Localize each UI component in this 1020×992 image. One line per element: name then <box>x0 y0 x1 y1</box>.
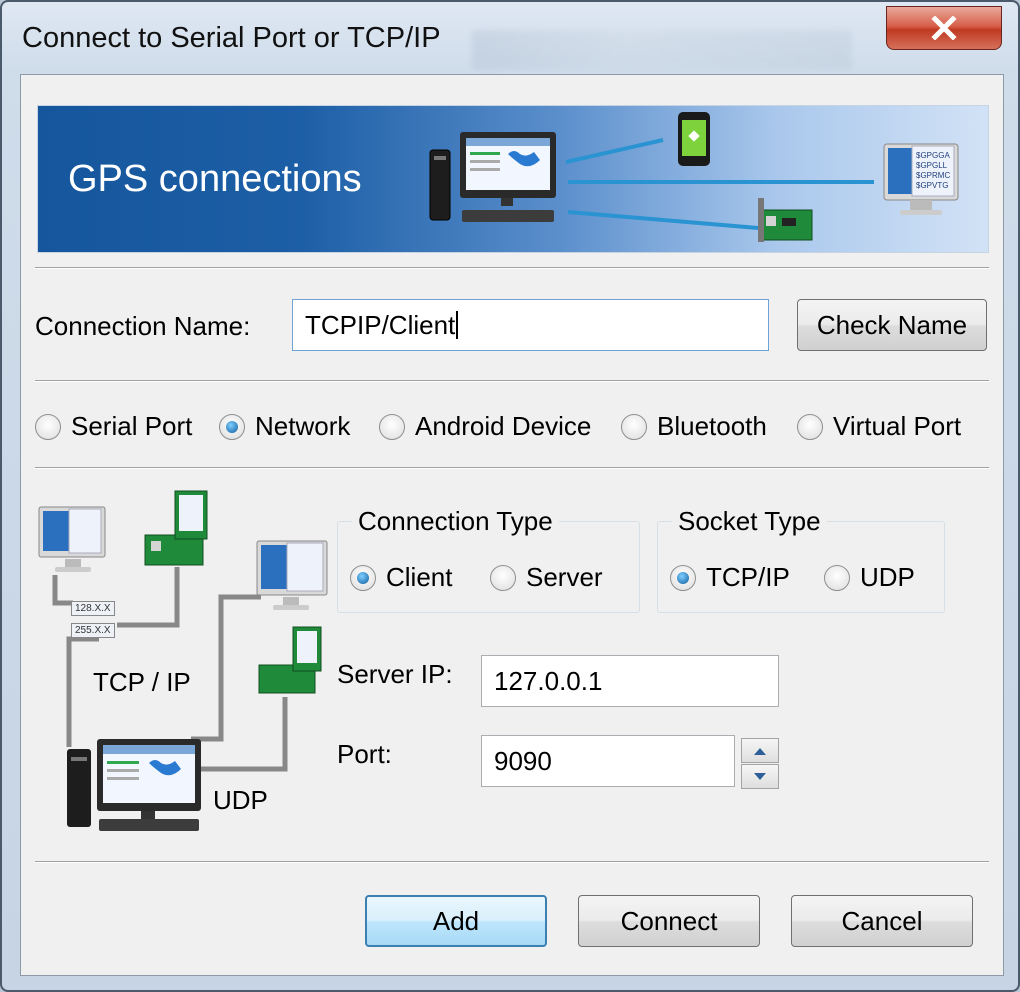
window-title: Connect to Serial Port or TCP/IP <box>22 22 441 54</box>
check-name-button[interactable]: Check Name <box>797 299 987 351</box>
radio-tcpip[interactable]: TCP/IP <box>670 562 790 593</box>
separator <box>35 467 989 469</box>
tcp-ip-diagram-label: TCP / IP <box>93 667 191 697</box>
pc-tower <box>429 149 451 221</box>
port-label: Port: <box>337 739 392 769</box>
link-line-card <box>567 210 759 230</box>
wire <box>117 567 180 628</box>
wire <box>191 594 261 742</box>
dialog-window: Connect to Serial Port or TCP/IP GPS con… <box>0 0 1020 992</box>
radio-serial-port[interactable]: Serial Port <box>35 411 192 442</box>
nmea-line: $GPGLL <box>916 161 948 170</box>
udp-diagram-label: UDP <box>213 785 268 815</box>
nmea-line: $GPRMC <box>916 171 950 180</box>
radio-circle <box>490 564 516 591</box>
gps-banner: GPS connections $GPGGA $GPGLL $GPRMC $GP… <box>37 105 989 253</box>
radio-circle <box>379 413 405 440</box>
separator <box>35 861 989 863</box>
radio-label: Server <box>526 562 603 592</box>
connection-type-title: Connection Type <box>352 506 559 537</box>
radio-label: Network <box>255 411 351 441</box>
add-button[interactable]: Add <box>365 895 547 947</box>
connection-type-group: Connection Type Client Server <box>337 506 640 613</box>
radio-label: TCP/IP <box>706 562 790 592</box>
wire <box>191 697 288 772</box>
titlebar-background-blur <box>472 30 852 70</box>
radio-circle-selected <box>670 564 696 591</box>
separator <box>35 267 989 269</box>
server-ip-input[interactable]: 127.0.0.1 <box>481 655 779 707</box>
radio-circle-selected <box>219 413 245 440</box>
port-spinner <box>741 738 779 790</box>
port-input[interactable]: 9090 <box>481 735 735 787</box>
radio-circle <box>621 413 647 440</box>
text-cursor <box>456 311 459 339</box>
close-button[interactable] <box>886 6 1002 50</box>
radio-virtual-port[interactable]: Virtual Port <box>797 411 961 442</box>
connection-name-value: TCPIP/Client <box>305 309 456 340</box>
arrow-down-icon <box>754 772 766 780</box>
close-icon <box>931 16 957 40</box>
radio-label: Serial Port <box>71 411 193 441</box>
pc-keyboard <box>99 819 199 831</box>
link-line-phone <box>565 138 664 164</box>
socket-type-title: Socket Type <box>672 506 827 537</box>
ip-tag: 255.X.X <box>71 623 115 638</box>
cancel-button[interactable]: Cancel <box>791 895 973 947</box>
radio-udp[interactable]: UDP <box>824 562 915 593</box>
port-value: 9090 <box>494 745 552 776</box>
radio-bluetooth[interactable]: Bluetooth <box>621 411 767 442</box>
radio-android-device[interactable]: Android Device <box>379 411 591 442</box>
radio-server[interactable]: Server <box>490 562 603 593</box>
network-illustration: $GPGGA $GPGLL $GPRMC $GPVTG <box>429 112 959 242</box>
nmea-line: $GPGGA <box>916 151 950 160</box>
connect-button[interactable]: Connect <box>578 895 760 947</box>
radio-circle-selected <box>350 564 376 591</box>
radio-network[interactable]: Network <box>219 411 350 442</box>
arrow-up-icon <box>754 747 766 755</box>
socket-type-group: Socket Type TCP/IP UDP <box>657 506 945 613</box>
radio-circle <box>35 413 61 440</box>
server-ip-label: Server IP: <box>337 659 453 689</box>
radio-client[interactable]: Client <box>350 562 452 593</box>
radio-circle <box>797 413 823 440</box>
radio-label: Client <box>386 562 453 592</box>
server-ip-value: 127.0.0.1 <box>494 665 603 696</box>
radio-label: Android Device <box>415 411 592 441</box>
radio-circle <box>824 564 850 591</box>
network-diagram <box>38 490 328 831</box>
ip-tag: 128.X.X <box>71 601 115 616</box>
pc-keyboard <box>462 210 554 222</box>
spin-down-button[interactable] <box>741 764 779 789</box>
connection-name-input[interactable]: TCPIP/Client <box>292 299 769 351</box>
wire <box>52 575 73 606</box>
radio-label: Bluetooth <box>657 411 767 441</box>
radio-label: UDP <box>860 562 915 592</box>
dialog-client-area: GPS connections $GPGGA $GPGLL $GPRMC $GP… <box>20 74 1004 976</box>
spin-up-button[interactable] <box>741 738 779 763</box>
radio-label: Virtual Port <box>833 411 962 441</box>
separator <box>35 380 989 382</box>
nmea-line: $GPVTG <box>916 181 948 190</box>
connection-name-label: Connection Name: <box>35 311 251 341</box>
